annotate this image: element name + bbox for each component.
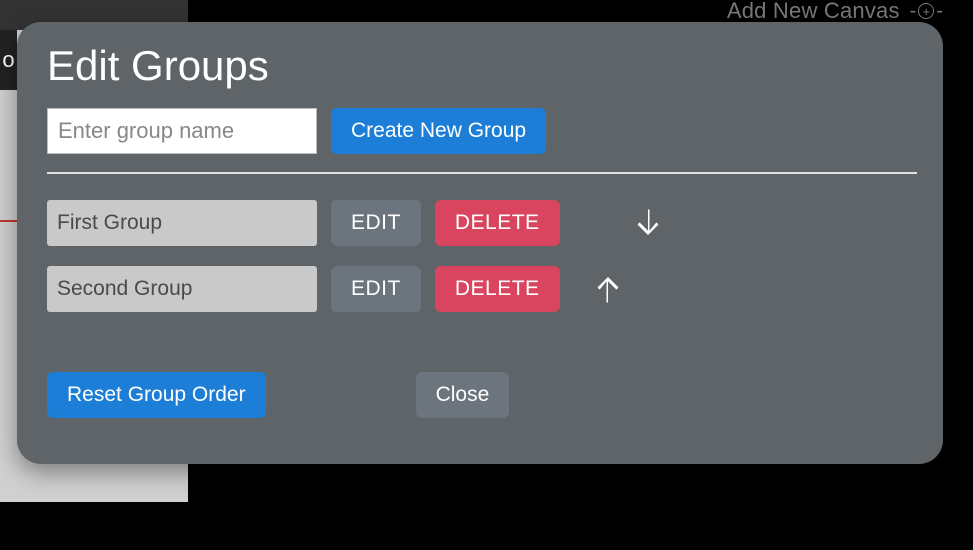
group-row: Second Group EDIT DELETE xyxy=(47,266,913,312)
arrow-up-icon xyxy=(590,271,626,307)
create-group-row: Create New Group xyxy=(47,108,913,154)
plus-circle-icon: + xyxy=(918,3,934,19)
create-group-button[interactable]: Create New Group xyxy=(331,108,546,154)
close-modal-button[interactable]: Close xyxy=(416,372,510,418)
delete-group-button[interactable]: DELETE xyxy=(435,200,560,246)
dash-left-icon: - xyxy=(910,0,917,23)
group-row: First Group EDIT DELETE xyxy=(47,200,913,246)
background-partial-char: o xyxy=(0,30,17,90)
move-up-button[interactable] xyxy=(574,271,626,307)
add-canvas-icon-group[interactable]: - + - xyxy=(910,0,943,23)
modal-footer: Reset Group Order Close xyxy=(47,372,913,418)
modal-title: Edit Groups xyxy=(47,42,913,90)
arrow-down-icon xyxy=(630,205,666,241)
group-name-input[interactable] xyxy=(47,108,317,154)
group-name-label: First Group xyxy=(47,200,317,246)
add-canvas-link[interactable]: Add New Canvas xyxy=(727,0,900,24)
group-name-label: Second Group xyxy=(47,266,317,312)
edit-groups-modal: Edit Groups Create New Group First Group… xyxy=(17,22,943,464)
dash-right-icon: - xyxy=(936,0,943,23)
group-list: First Group EDIT DELETE Second Group EDI… xyxy=(47,200,913,312)
page-header: Add New Canvas - + - xyxy=(0,0,973,22)
reset-order-button[interactable]: Reset Group Order xyxy=(47,372,266,418)
edit-group-button[interactable]: EDIT xyxy=(331,200,421,246)
divider xyxy=(47,172,917,174)
delete-group-button[interactable]: DELETE xyxy=(435,266,560,312)
move-down-button[interactable] xyxy=(614,205,666,241)
edit-group-button[interactable]: EDIT xyxy=(331,266,421,312)
background-accent-line xyxy=(0,220,17,222)
